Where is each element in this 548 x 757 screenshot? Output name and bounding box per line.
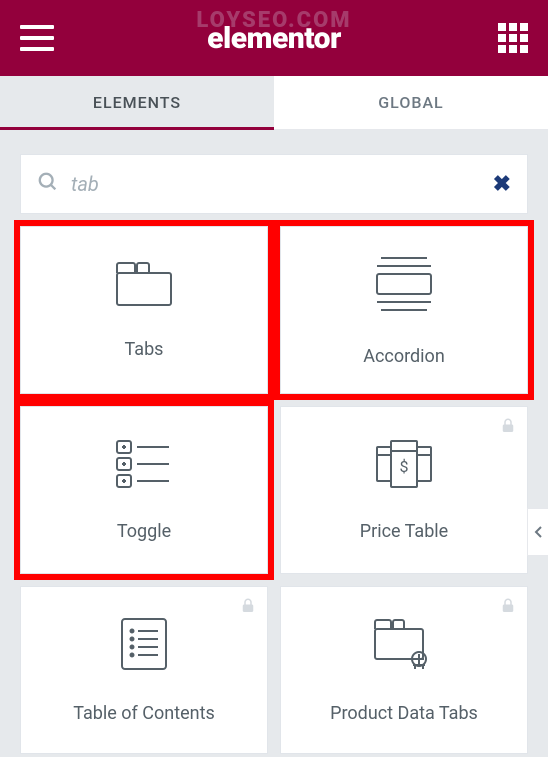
widget-accordion[interactable]: Accordion	[280, 226, 528, 394]
widget-label: Table of Contents	[73, 703, 215, 724]
toc-icon	[120, 617, 168, 675]
menu-button[interactable]	[20, 25, 54, 51]
lock-icon	[239, 597, 257, 619]
widget-label: Price Table	[360, 521, 448, 542]
widget-price-table[interactable]: $ Price Table	[280, 406, 528, 574]
tabs-icon	[115, 261, 173, 311]
widget-label: Toggle	[117, 521, 171, 542]
search-widget: ✖	[20, 154, 528, 214]
widget-label: Product Data Tabs	[330, 703, 478, 724]
collapse-panel-button[interactable]	[527, 508, 548, 556]
search-input[interactable]	[71, 172, 481, 196]
product-data-tabs-icon	[373, 617, 435, 675]
svg-text:$: $	[400, 457, 409, 476]
lock-icon	[499, 597, 517, 619]
tab-elements[interactable]: ELEMENTS	[0, 76, 274, 129]
clear-search-icon[interactable]: ✖	[493, 172, 511, 197]
widget-label: Tabs	[125, 339, 164, 360]
widget-label: Accordion	[363, 346, 445, 367]
brand-logo: elementor	[207, 21, 341, 56]
search-icon	[37, 171, 59, 197]
tab-global[interactable]: GLOBAL	[274, 76, 548, 129]
widget-product-data-tabs[interactable]: Product Data Tabs	[280, 586, 528, 754]
price-table-icon: $	[375, 439, 433, 493]
widget-table-of-contents[interactable]: Table of Contents	[20, 586, 268, 754]
watermark: LOYSEO.COM	[0, 8, 548, 33]
widget-tabs[interactable]: Tabs	[20, 226, 268, 394]
toggle-icon	[115, 439, 173, 493]
lock-icon	[499, 417, 517, 439]
apps-button[interactable]	[498, 23, 528, 53]
accordion-icon	[375, 254, 433, 318]
widget-toggle[interactable]: Toggle	[20, 406, 268, 574]
